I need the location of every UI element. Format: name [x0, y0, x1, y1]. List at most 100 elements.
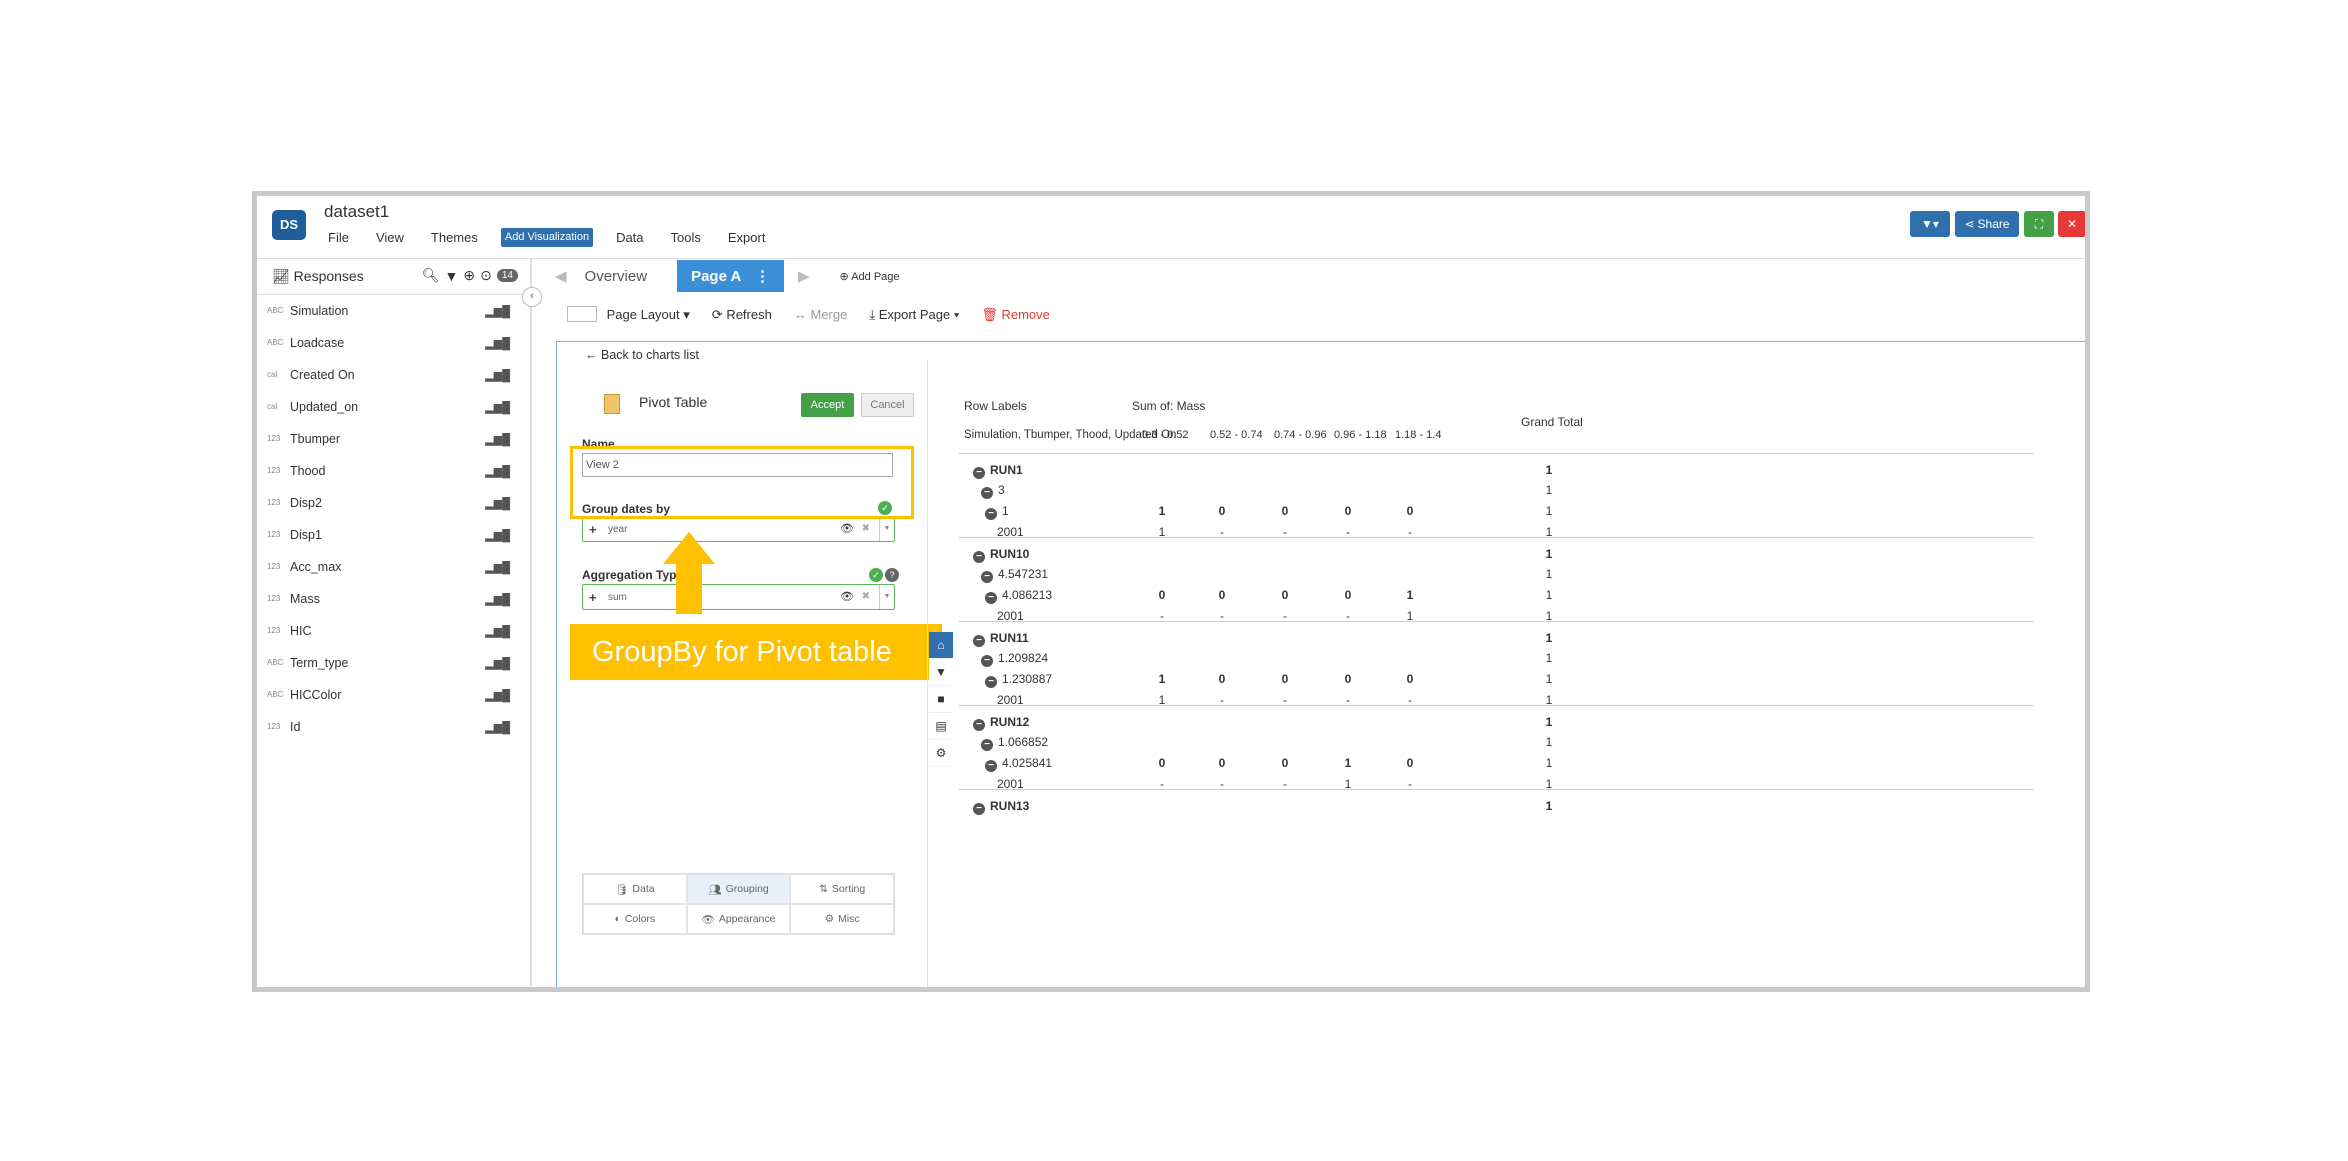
aggregation-type-select[interactable]: + sum 👁︎ ✖ ▼ — [582, 584, 895, 610]
tab-label: Misc — [838, 913, 860, 925]
response-name: Created On — [290, 368, 355, 382]
menu-file[interactable]: File — [324, 228, 353, 247]
bar-chart-icon[interactable]: ▂▆█ — [485, 433, 510, 446]
refresh-label: Refresh — [726, 306, 772, 322]
bar-chart-icon[interactable]: ▂▆█ — [485, 337, 510, 350]
eye-icon[interactable]: 👁︎ — [840, 522, 854, 535]
menu-themes[interactable]: Themes — [427, 228, 482, 247]
response-item[interactable]: 123 Disp1 ▂▆█ — [257, 519, 530, 551]
response-item[interactable]: 123 Id ▂▆█ — [257, 711, 530, 743]
share-button[interactable]: ⋖ Share — [1955, 211, 2019, 237]
close-button[interactable]: ✕ — [2058, 211, 2085, 237]
back-to-charts-link[interactable]: ← Back to charts list — [585, 348, 699, 362]
bar-chart-icon[interactable]: ▂▆█ — [485, 721, 510, 734]
menu-export[interactable]: Export — [724, 228, 770, 247]
export-icon: ⤓ — [869, 306, 876, 322]
add-circle-icon[interactable]: ⊕ — [463, 267, 475, 284]
tab-appearance[interactable]: 👁︎ Appearance — [686, 904, 791, 934]
tab-misc[interactable]: ⚙ Misc — [790, 904, 894, 934]
remove-button[interactable]: 🗑︎ Remove — [981, 307, 1050, 323]
bar-chart-icon[interactable]: ▂▆█ — [485, 689, 510, 702]
search-icon[interactable]: 🔍︎ — [422, 267, 440, 284]
tab-colors[interactable]: ◐ Colors — [583, 904, 687, 934]
merge-button[interactable]: ↔ Merge — [794, 307, 847, 322]
response-item[interactable]: 123 Thood ▂▆█ — [257, 455, 530, 487]
menu-tools[interactable]: Tools — [667, 228, 705, 247]
stop-icon[interactable]: ■ — [929, 686, 953, 713]
cancel-button[interactable]: Cancel — [861, 393, 914, 417]
tab-overview[interactable]: Overview — [585, 268, 648, 285]
response-item[interactable]: 123 Mass ▂▆█ — [257, 583, 530, 615]
response-item[interactable]: cal Updated_on ▂▆█ — [257, 391, 530, 423]
gear-icon[interactable]: ⚙ — [929, 740, 953, 767]
responses-list: ABC Simulation ▂▆█ ABC Loadcase ▂▆█ cal Created… — [257, 295, 530, 743]
line-chart-icon: 📈︎ — [272, 268, 290, 284]
type-icon: 123 — [267, 626, 281, 635]
collapse-icon[interactable]: − — [973, 803, 985, 815]
tab-data[interactable]: 🛢︎ Data — [583, 874, 687, 904]
bar-chart-icon[interactable]: ▂▆█ — [485, 465, 510, 478]
menu-add-visualization[interactable]: Add Visualization — [500, 228, 594, 247]
collapse-panel-button[interactable]: ‹ — [522, 287, 542, 307]
response-name: Simulation — [290, 304, 349, 318]
response-item[interactable]: ABC Loadcase ▂▆█ — [257, 327, 530, 359]
menu-view[interactable]: View — [372, 228, 408, 247]
response-item[interactable]: ABC Term_type ▂▆█ — [257, 647, 530, 679]
chevron-down-icon[interactable]: ▼ — [879, 585, 894, 609]
add-page-label: Add Page — [851, 270, 900, 283]
tab-sorting[interactable]: ⇅ Sorting — [790, 874, 894, 904]
home-icon[interactable]: ⌂ — [929, 632, 953, 659]
plus-icon[interactable]: + — [589, 522, 597, 537]
chevron-down-icon[interactable]: ▼ — [879, 517, 894, 541]
bar-chart-icon[interactable]: ▂▆█ — [485, 657, 510, 670]
filter-icon[interactable]: ▼ — [445, 268, 459, 284]
export-page-button[interactable]: ⤓ Export Page ▾ — [869, 307, 959, 323]
responses-count-badge: 14 — [496, 269, 518, 282]
response-item[interactable]: 123 Tbumper ▂▆█ — [257, 423, 530, 455]
tab-page-a[interactable]: Page A ⋮ — [677, 260, 784, 292]
bar-chart-icon[interactable]: ▂▆█ — [485, 625, 510, 638]
plus-icon[interactable]: + — [589, 590, 597, 605]
bar-chart-icon[interactable]: ▂▆█ — [485, 529, 510, 542]
fullscreen-button[interactable]: ⛶ — [2024, 211, 2054, 237]
filter-icon: ▼▾ — [1921, 217, 1939, 231]
response-item[interactable]: 123 Acc_max ▂▆█ — [257, 551, 530, 583]
tab-grouping[interactable]: 👥︎ Grouping — [686, 874, 791, 904]
prev-page-arrow-icon[interactable]: ◀ — [555, 267, 567, 285]
refresh-button[interactable]: ⟳ Refresh — [712, 307, 772, 323]
remove-icon[interactable]: ✖ — [862, 591, 870, 602]
bar-chart-icon[interactable]: ▂▆█ — [485, 593, 510, 606]
bar-chart-icon[interactable]: ▂▆█ — [485, 305, 510, 318]
response-item[interactable]: 123 HIC ▂▆█ — [257, 615, 530, 647]
help-icon[interactable]: ? — [885, 568, 899, 582]
bar-chart-icon[interactable]: ▂▆█ — [485, 561, 510, 574]
plus-circle-icon: ⊕ — [839, 270, 849, 283]
callout-arrow-head — [663, 532, 715, 564]
close-icon: ✕ — [2066, 217, 2078, 231]
filter-icon[interactable]: ▼ — [929, 659, 953, 686]
remove-icon[interactable]: ✖ — [862, 523, 870, 534]
type-icon: 123 — [267, 562, 281, 571]
play-circle-icon[interactable]: ⊙ — [480, 267, 492, 284]
response-item[interactable]: ABC HICColor ▂▆█ — [257, 679, 530, 711]
remove-label: Remove — [1001, 306, 1050, 322]
bar-chart-icon[interactable]: ▂▆█ — [485, 369, 510, 382]
more-vertical-icon[interactable]: ⋮ — [755, 268, 770, 285]
row-label[interactable]: − RUN13 — [973, 799, 1029, 815]
bar-chart-icon[interactable]: ▂▆█ — [485, 401, 510, 414]
value-header: Sum of: Mass — [1132, 399, 1206, 413]
response-item[interactable]: ABC Simulation ▂▆█ — [257, 295, 530, 327]
check-circle-icon: ✓ — [869, 568, 883, 582]
eye-icon[interactable]: 👁︎ — [840, 590, 854, 603]
group-dates-select[interactable]: + year 👁︎ ✖ ▼ — [582, 516, 895, 542]
bar-chart-icon[interactable]: ▂▆█ — [485, 497, 510, 510]
filter-dropdown-button[interactable]: ▼▾ — [1910, 211, 1950, 237]
document-icon[interactable]: ▤ — [929, 713, 953, 740]
menu-data[interactable]: Data — [612, 228, 647, 247]
response-item[interactable]: 123 Disp2 ▂▆█ — [257, 487, 530, 519]
response-item[interactable]: cal Created On ▂▆█ — [257, 359, 530, 391]
add-page-button[interactable]: ⊕ Add Page — [840, 270, 900, 283]
page-layout-button[interactable]: Page Layout ▾ — [567, 306, 690, 323]
accept-button[interactable]: Accept — [801, 393, 854, 417]
next-page-arrow-icon[interactable]: ▶ — [798, 267, 810, 285]
